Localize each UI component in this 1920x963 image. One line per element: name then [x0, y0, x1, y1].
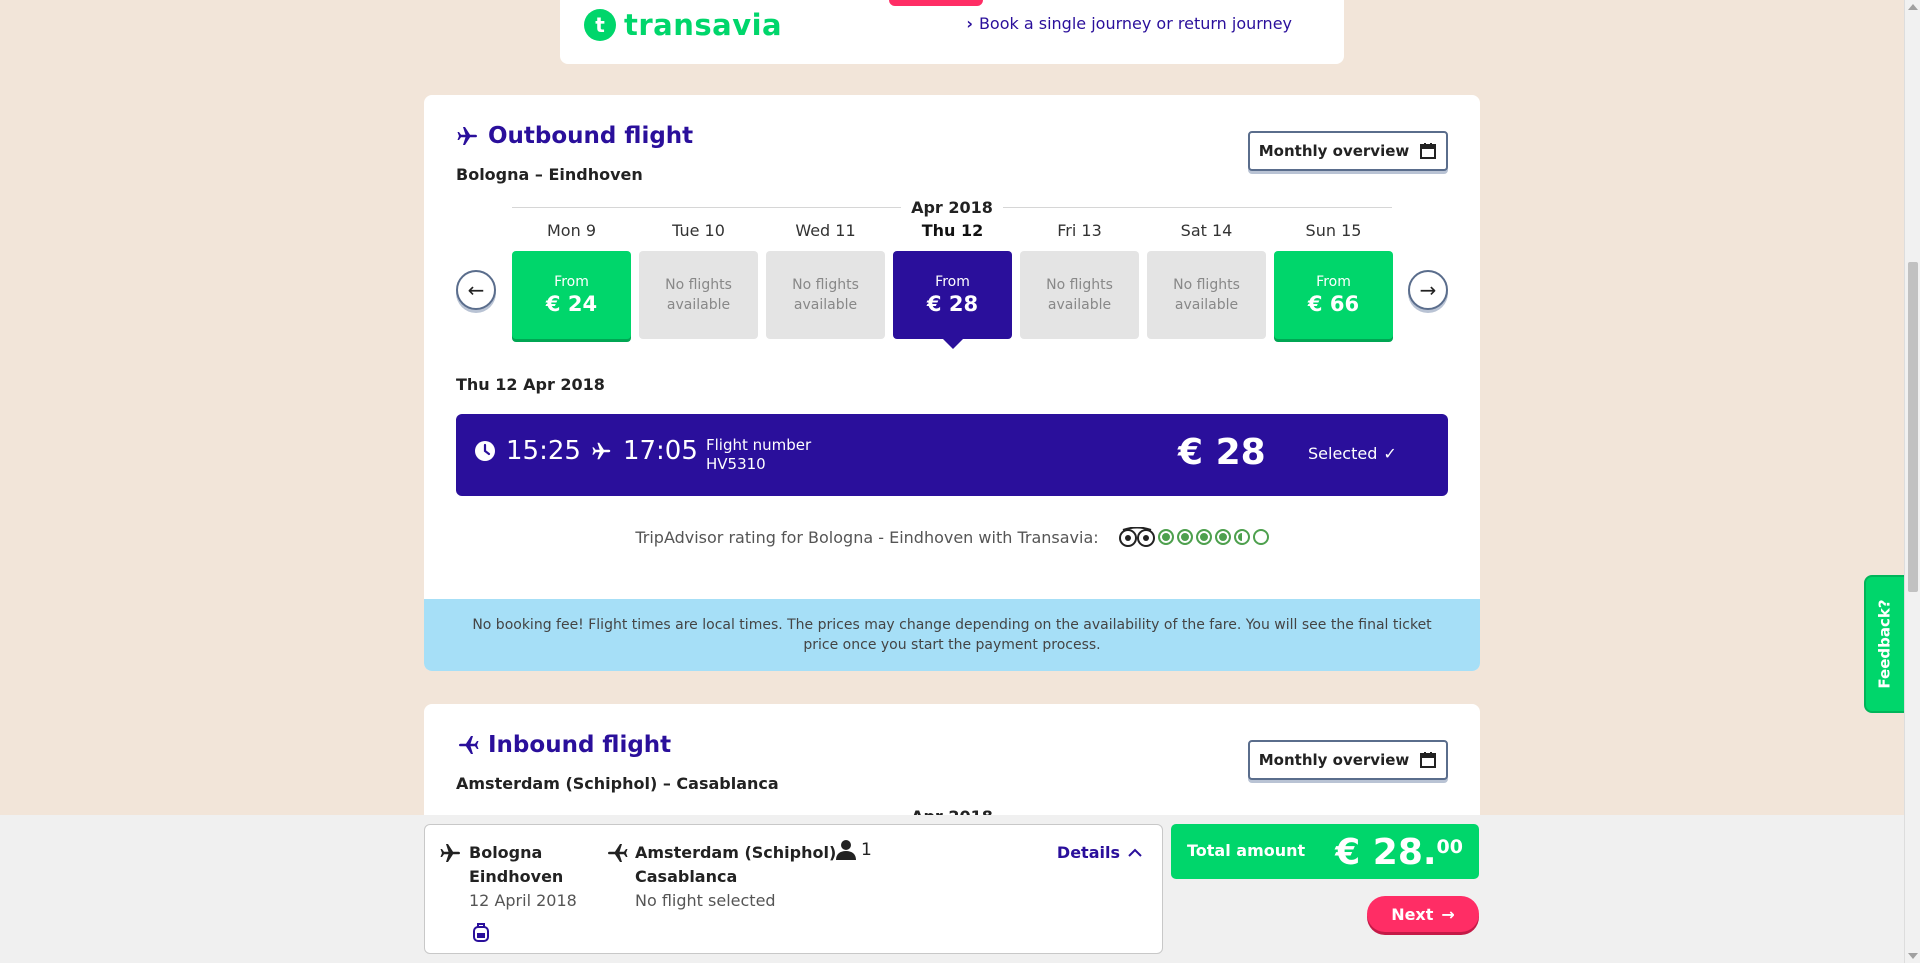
rating-bubble-full [1157, 529, 1174, 545]
outbound-title: Outbound flight [456, 123, 693, 149]
day-price: € 24 [545, 292, 598, 316]
outbound-flight-card: Outbound flight Bologna – Eindhoven Mont… [424, 95, 1480, 671]
arrow-right-icon: → [1441, 904, 1455, 924]
selected-date-heading: Thu 12 Apr 2018 [456, 375, 605, 394]
logo-text: transavia [624, 8, 783, 42]
plane-icon [440, 844, 460, 862]
calendar-icon [1420, 752, 1437, 768]
selected-status: Selected ✓ [1308, 444, 1397, 463]
month-divider: Apr 2018 [512, 197, 1393, 217]
day-price-box[interactable]: From € 66 [1274, 251, 1393, 339]
rating-bubble-full [1176, 529, 1193, 545]
outbound-summary: Bologna Eindhoven 12 April 2018 [439, 841, 577, 913]
tripadvisor-rating: TripAdvisor rating for Bologna - Eindhov… [424, 527, 1480, 547]
day-label: Sun 15 [1305, 221, 1362, 240]
book-journey-link[interactable]: › Book a single journey or return journey [966, 14, 1292, 33]
backpack-icon [473, 923, 489, 942]
day-thu-12: Thu 12 From € 28 [893, 221, 1012, 349]
arrival-time: 17:05 [622, 436, 698, 466]
arrow-right-icon: → [1419, 278, 1437, 302]
plane-icon [592, 442, 611, 460]
flight-times: 15:25 17:05 [474, 436, 698, 466]
rating-bubble-half [1233, 529, 1250, 545]
passenger-count: 1 [835, 839, 872, 861]
chevron-right-icon: › [966, 14, 973, 33]
day-unavailable-box: No flights available [1020, 251, 1139, 339]
day-sun-15: Sun 15 From € 66 [1274, 221, 1393, 339]
total-price: € 28.00 [1335, 832, 1463, 873]
scroll-up-arrow[interactable] [1908, 4, 1918, 10]
rating-bubble-empty [1252, 529, 1269, 545]
day-label: Thu 12 [921, 221, 984, 240]
plane-icon [459, 736, 479, 754]
month-label: Apr 2018 [911, 197, 993, 217]
day-label: Mon 9 [547, 221, 596, 240]
person-icon [836, 840, 856, 860]
scroll-thumb[interactable] [1908, 262, 1918, 592]
booking-summary: Bologna Eindhoven 12 April 2018 Amsterda… [424, 824, 1163, 954]
feedback-tab[interactable]: Feedback? [1864, 575, 1906, 713]
day-price-box[interactable]: From € 24 [512, 251, 631, 339]
inbound-summary: Amsterdam (Schiphol) Casablanca No fligh… [605, 841, 836, 913]
next-week-button[interactable]: → [1408, 270, 1448, 310]
total-amount: Total amount € 28.00 [1171, 824, 1479, 879]
flight-price: € 28 [1178, 432, 1266, 473]
inbound-route: Amsterdam (Schiphol) – Casablanca [456, 774, 779, 793]
rating-bubble-full [1195, 529, 1212, 545]
day-tue-10: Tue 10 No flights available [639, 221, 758, 339]
calendar-icon [1420, 143, 1437, 159]
clock-icon [475, 441, 495, 461]
day-unavailable-box: No flights available [766, 251, 885, 339]
plane-icon [608, 844, 628, 862]
scrollbar[interactable] [1904, 0, 1920, 963]
previous-week-button[interactable]: ← [456, 270, 496, 310]
day-label: Tue 10 [672, 221, 725, 240]
flight-option-row[interactable]: 15:25 17:05 Flight number HV5310 € 28 Se… [456, 414, 1448, 496]
details-toggle[interactable]: Details [1057, 843, 1142, 862]
logo-icon: t [584, 9, 616, 41]
flight-number: Flight number HV5310 [706, 436, 812, 473]
monthly-overview-button[interactable]: Monthly overview [1248, 740, 1448, 780]
rating-bubbles [1118, 527, 1269, 547]
arrow-left-icon: ← [467, 278, 485, 302]
day-selector: Mon 9 From € 24 Tue 10 No flights availa… [512, 221, 1393, 349]
rating-bubble-full [1214, 529, 1231, 545]
header-accent [889, 0, 983, 6]
day-price: € 66 [1307, 292, 1360, 316]
day-price: € 28 [926, 292, 979, 316]
day-fri-13: Fri 13 No flights available [1020, 221, 1139, 339]
transavia-logo[interactable]: t transavia [584, 8, 782, 42]
inbound-title: Inbound flight [456, 732, 671, 758]
day-label: Wed 11 [795, 221, 856, 240]
monthly-overview-button[interactable]: Monthly overview [1248, 131, 1448, 171]
day-label: Fri 13 [1057, 221, 1102, 240]
day-unavailable-box: No flights available [1147, 251, 1266, 339]
day-label: Sat 14 [1180, 221, 1233, 240]
outbound-route: Bologna – Eindhoven [456, 165, 643, 184]
info-banner: No booking fee! Flight times are local t… [424, 599, 1480, 671]
day-sat-14: Sat 14 No flights available [1147, 221, 1266, 339]
departure-time: 15:25 [506, 436, 581, 466]
day-mon-9: Mon 9 From € 24 [512, 221, 631, 339]
tripadvisor-owl-icon [1118, 527, 1155, 547]
scroll-down-arrow[interactable] [1908, 953, 1918, 959]
chevron-up-icon [1128, 848, 1142, 857]
day-wed-11: Wed 11 No flights available [766, 221, 885, 339]
next-button[interactable]: Next → [1367, 896, 1479, 932]
day-unavailable-box: No flights available [639, 251, 758, 339]
plane-icon [457, 127, 477, 145]
day-price-box-selected[interactable]: From € 28 [893, 251, 1012, 349]
checkmark-icon: ✓ [1383, 444, 1397, 463]
